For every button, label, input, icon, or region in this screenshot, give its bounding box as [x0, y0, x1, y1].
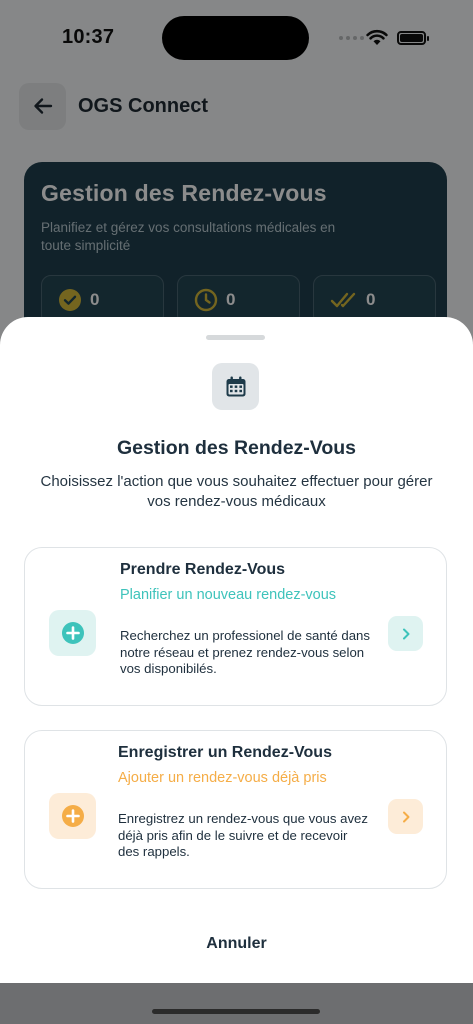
option-take-appointment[interactable]: Prendre Rendez-Vous Planifier un nouveau…	[24, 547, 447, 706]
option-description: Recherchez un professionel de santé dans…	[120, 628, 370, 676]
home-indicator[interactable]	[152, 1009, 320, 1014]
sheet-handle[interactable]	[206, 335, 265, 340]
option-icon-container	[49, 793, 96, 839]
chevron-right-button[interactable]	[388, 799, 423, 834]
option-description: Enregistrez un rendez-vous que vous avez…	[118, 811, 368, 859]
bottom-sheet: Gestion des Rendez-Vous Choisissez l'act…	[0, 317, 473, 983]
chevron-right-icon	[402, 628, 409, 639]
sheet-title: Gestion des Rendez-Vous	[116, 437, 357, 459]
calendar-icon	[226, 376, 245, 396]
option-register-appointment[interactable]: Enregistrer un Rendez-Vous Ajouter un re…	[24, 730, 447, 889]
plus-circle-icon	[61, 622, 84, 644]
option-title: Prendre Rendez-Vous	[120, 561, 286, 578]
bottom-strip	[0, 983, 473, 1024]
plus-circle-icon	[61, 805, 84, 827]
chevron-right-icon	[402, 811, 409, 822]
sheet-description: Choisissez l'action que vous souhaitez e…	[40, 473, 433, 510]
option-title: Enregistrer un Rendez-Vous	[118, 744, 332, 761]
cancel-button[interactable]: Annuler	[0, 935, 473, 953]
option-icon-container	[49, 610, 96, 656]
sheet-icon-container	[212, 363, 259, 410]
option-subtitle: Planifier un nouveau rendez-vous	[120, 587, 337, 603]
option-subtitle: Ajouter un rendez-vous déjà pris	[118, 770, 327, 786]
chevron-right-button[interactable]	[388, 616, 423, 651]
